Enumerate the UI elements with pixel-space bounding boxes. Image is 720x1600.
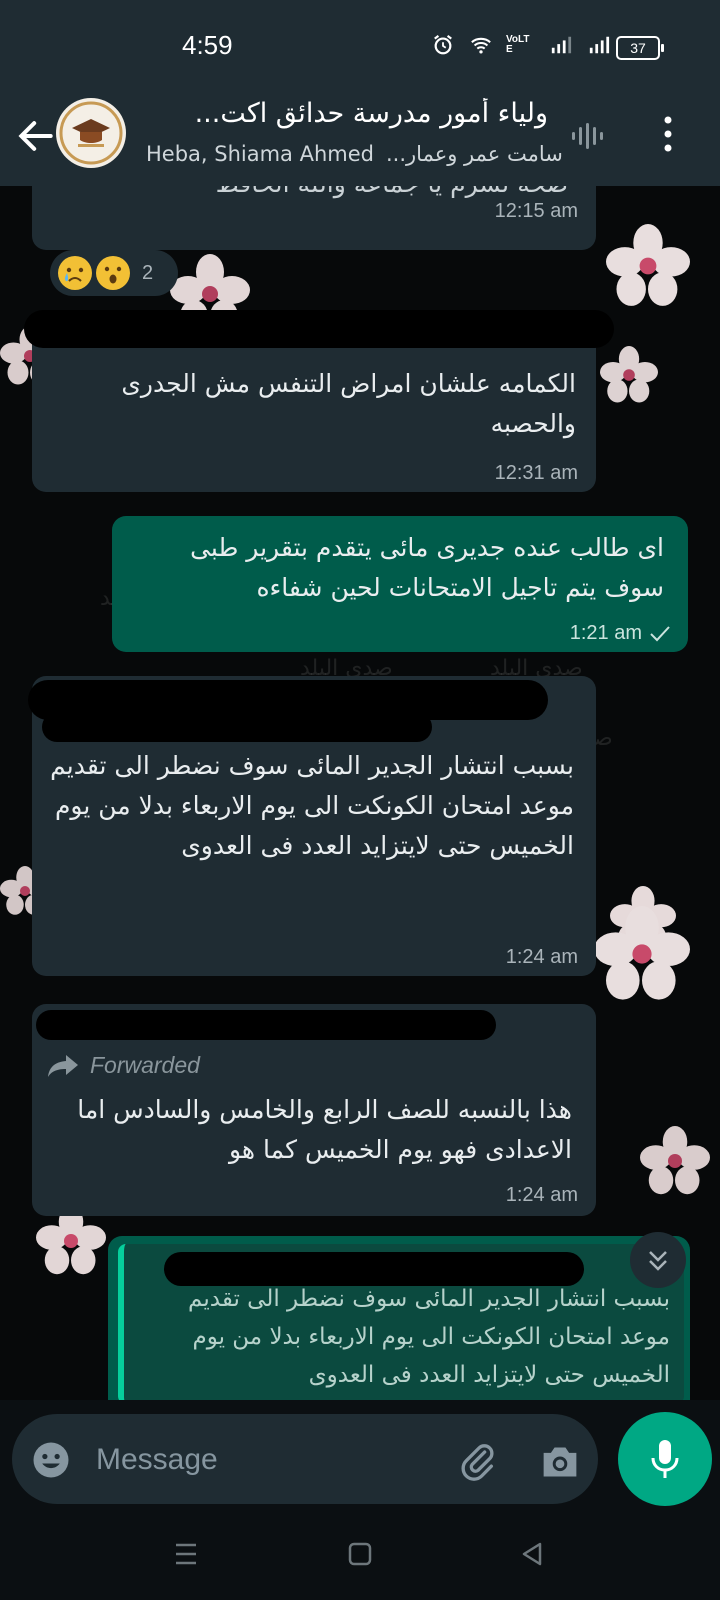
scroll-to-bottom-button[interactable] — [630, 1232, 686, 1288]
participants-more: ...سامت عمر وعمار — [386, 142, 563, 166]
message-bubble-incoming[interactable]: الكمامه علشان امراض التنفس مش الجدرى وال… — [24, 310, 614, 492]
signal-icon-1 — [551, 36, 572, 54]
status-icons: VoLTE — [430, 34, 612, 56]
chat-title[interactable]: ولياء أمور مدرسة حدائق اكت... — [148, 98, 548, 129]
chat-participants[interactable]: Heba, Shiama Ahmed ...سامت عمر وعمار — [146, 142, 563, 166]
voice-message-button[interactable] — [618, 1412, 712, 1506]
message-text: الكمامه علشان امراض التنفس مش الجدرى وال… — [121, 369, 576, 438]
message-text: بسبب انتشار الجدير المائى سوف نضطر الى ت… — [50, 751, 574, 860]
message-text: صحة لشرم يا جماعة والله الحافظ — [48, 186, 568, 204]
message-bubble-outgoing[interactable]: بسبب انتشار الجدير المائى سوف نضطر الى ت… — [108, 1236, 690, 1400]
voice-chat-icon[interactable] — [570, 120, 610, 152]
message-time: 1:21 am — [569, 622, 642, 644]
flower-decoration — [36, 1206, 106, 1275]
forwarded-text: Forwarded — [90, 1052, 200, 1078]
message-bubble-incoming[interactable]: Forwarded هذا بالنسبه للصف الرابع والخام… — [32, 1004, 596, 1216]
quoted-message[interactable]: بسبب انتشار الجدير المائى سوف نضطر الى ت… — [118, 1244, 684, 1400]
reactions-pill[interactable]: 2 — [50, 250, 178, 296]
message-time: 1:24 am — [505, 1184, 578, 1206]
message-text: هذا بالنسبه للصف الرابع والخامس والسادس … — [77, 1095, 572, 1164]
message-bubble-incoming[interactable]: صحة لشرم يا جماعة والله الحافظ 12:15 am — [32, 186, 596, 250]
flower-decoration — [606, 224, 690, 306]
redaction-mark — [36, 1010, 496, 1040]
quoted-text: بسبب انتشار الجدير المائى سوف نضطر الى ت… — [188, 1286, 670, 1388]
status-bar: 4:59 VoLTE 37 — [0, 0, 720, 90]
forward-arrow-icon — [48, 1054, 78, 1077]
message-input[interactable] — [94, 1434, 418, 1486]
battery-icon: 37 — [616, 36, 664, 60]
message-bubble-outgoing[interactable]: اى طالب عنده جديرى مائى يتقدم بتقرير طبى… — [112, 516, 688, 652]
system-nav-bar — [0, 1506, 720, 1600]
message-time: 1:24 am — [505, 946, 578, 968]
back-nav-icon[interactable] — [512, 1536, 552, 1572]
recents-icon[interactable] — [166, 1536, 206, 1572]
surprised-emoji-icon — [96, 256, 130, 290]
flower-decoration — [600, 346, 658, 403]
chat-header: ولياء أمور مدرسة حدائق اكت... Heba, Shia… — [0, 90, 720, 186]
school-logo-icon — [59, 101, 123, 165]
participants-names: Heba, Shiama Ahmed — [146, 142, 374, 166]
message-composer[interactable] — [12, 1414, 598, 1504]
double-chevron-down-icon — [649, 1251, 667, 1271]
microphone-icon — [651, 1440, 679, 1478]
crying-emoji-icon — [58, 256, 92, 290]
alarm-icon — [434, 34, 452, 55]
message-time: 12:31 am — [494, 462, 578, 484]
redaction-mark — [24, 310, 614, 348]
forwarded-label: Forwarded — [46, 1052, 200, 1079]
reaction-count: 2 — [142, 261, 154, 284]
message-time: 12:15 am — [494, 200, 578, 222]
redaction-mark — [42, 712, 432, 742]
status-time: 4:59 — [182, 30, 233, 60]
attach-icon[interactable] — [458, 1442, 498, 1482]
message-text: اى طالب عنده جديرى مائى يتقدم بتقرير طبى… — [190, 533, 664, 602]
flower-decoration — [640, 1126, 710, 1195]
home-icon[interactable] — [340, 1536, 380, 1572]
sent-check-icon — [650, 626, 670, 642]
signal-icon-2 — [589, 36, 610, 54]
flower-decoration — [594, 906, 690, 1000]
message-bubble-incoming[interactable]: بسبب انتشار الجدير المائى سوف نضطر الى ت… — [28, 676, 596, 976]
more-options-icon[interactable] — [658, 112, 678, 156]
chat-area[interactable]: صدى البلد صدى البلد صدى البلد صدى البلد … — [0, 186, 720, 1400]
camera-icon[interactable] — [538, 1442, 582, 1482]
composer-bar — [0, 1400, 720, 1506]
volte-icon: VoLTE — [506, 34, 530, 55]
group-avatar[interactable] — [56, 98, 126, 168]
wifi-icon — [471, 37, 491, 54]
emoji-icon[interactable] — [30, 1439, 72, 1481]
back-arrow-icon[interactable] — [14, 114, 58, 158]
